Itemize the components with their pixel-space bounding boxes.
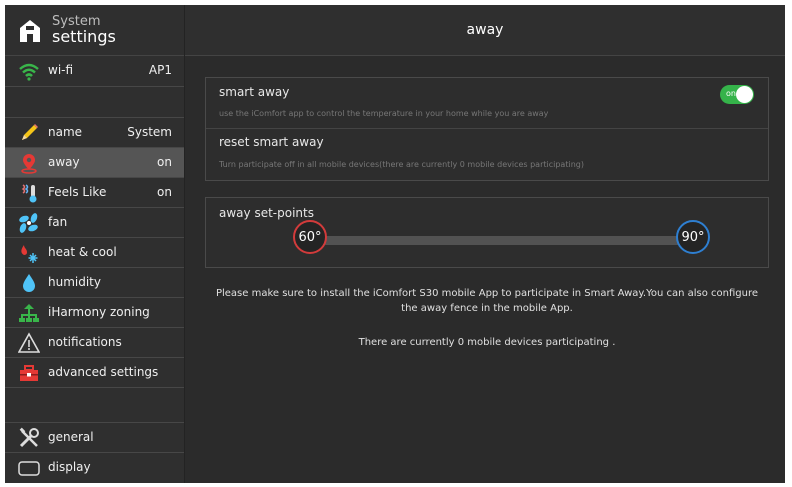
low-setpoint-knob[interactable]: 60°: [293, 220, 327, 254]
sidebar-item-iharmony-zoning[interactable]: iHarmony zoning: [5, 298, 184, 328]
sidebar-item-label: iHarmony zoning: [48, 305, 150, 319]
top-bar: away: [185, 5, 785, 56]
sidebar-item-advanced-settings[interactable]: advanced settings: [5, 358, 184, 388]
high-setpoint-knob[interactable]: 90°: [676, 220, 710, 254]
smart-away-row: smart away use the iComfort app to contr…: [206, 78, 768, 126]
sidebar-item-label: humidity: [48, 275, 101, 289]
sidebar-item-wifi[interactable]: wi-fi AP1: [5, 56, 184, 87]
smart-away-card: smart away use the iComfort app to contr…: [205, 77, 769, 181]
tools-icon: [19, 427, 39, 448]
sidebar-spacer: [5, 388, 184, 423]
zoning-icon: [19, 304, 39, 322]
sidebar-item-value: on: [157, 185, 172, 199]
home-icon[interactable]: [19, 19, 41, 43]
warning-icon: [18, 332, 40, 353]
sidebar-item-label: heat & cool: [48, 245, 117, 259]
page-title: away: [466, 22, 504, 38]
sidebar-item-name[interactable]: name System: [5, 118, 184, 148]
sidebar-item-label: advanced settings: [48, 365, 159, 379]
install-app-message: Please make sure to install the iComfort…: [215, 288, 759, 314]
sidebar-item-value: System: [127, 125, 172, 139]
sidebar-item-heat-cool[interactable]: heat & cool: [5, 238, 184, 268]
sidebar-item-display[interactable]: display: [5, 453, 184, 483]
sidebar-item-label: fan: [48, 215, 68, 229]
pencil-icon: [22, 124, 38, 140]
sidebar-item-label: notifications: [48, 335, 122, 349]
smart-away-title: smart away: [219, 85, 290, 99]
feels-like-icon: [21, 184, 37, 203]
setpoints-title: away set-points: [219, 206, 314, 220]
sidebar-item-away[interactable]: away on: [5, 148, 184, 178]
droplet-icon: [23, 274, 35, 292]
flame-snowflake-icon: [21, 245, 38, 263]
toggle-knob: [736, 86, 753, 103]
sidebar-item-humidity[interactable]: humidity: [5, 268, 184, 298]
toolbox-icon: [20, 365, 38, 381]
sidebar-item-label: display: [48, 460, 91, 474]
sidebar-item-notifications[interactable]: notifications: [5, 328, 184, 358]
reset-smart-away-title: reset smart away: [219, 135, 324, 149]
sidebar-item-label: general: [48, 430, 94, 444]
toggle-label: on: [726, 89, 736, 98]
sidebar-item-label: name: [48, 125, 83, 139]
fan-icon: [19, 213, 38, 233]
wifi-icon: [19, 63, 39, 81]
reset-smart-away-description: Turn participate off in all mobile devic…: [219, 160, 584, 169]
sidebar-item-fan[interactable]: fan: [5, 208, 184, 238]
sidebar-spacer: [5, 87, 184, 118]
smart-away-toggle[interactable]: on: [720, 85, 754, 104]
sidebar-item-label: Feels Like: [48, 185, 107, 199]
sidebar-item-general[interactable]: general: [5, 423, 184, 453]
setpoint-range-track[interactable]: [324, 236, 680, 245]
header-title-large: settings: [52, 27, 116, 46]
away-setpoints-card: away set-points 60° 90°: [205, 197, 769, 268]
sidebar: System settings wi-fi AP1 name System aw…: [5, 5, 185, 483]
location-pin-icon: [21, 154, 37, 174]
sidebar-item-label: wi-fi: [48, 63, 74, 77]
reset-smart-away-row[interactable]: reset smart away Turn participate off in…: [206, 129, 768, 181]
sidebar-item-label: away: [48, 155, 80, 169]
display-icon: [18, 461, 40, 476]
sidebar-header: System settings: [5, 5, 184, 56]
smart-away-description: use the iComfort app to control the temp…: [219, 109, 549, 118]
sidebar-item-feels-like[interactable]: Feels Like on: [5, 178, 184, 208]
thermostat-screen: System settings wi-fi AP1 name System aw…: [5, 5, 785, 483]
participating-devices-message: There are currently 0 mobile devices par…: [358, 337, 616, 348]
sidebar-item-value: AP1: [148, 63, 172, 77]
sidebar-item-value: on: [157, 155, 172, 169]
